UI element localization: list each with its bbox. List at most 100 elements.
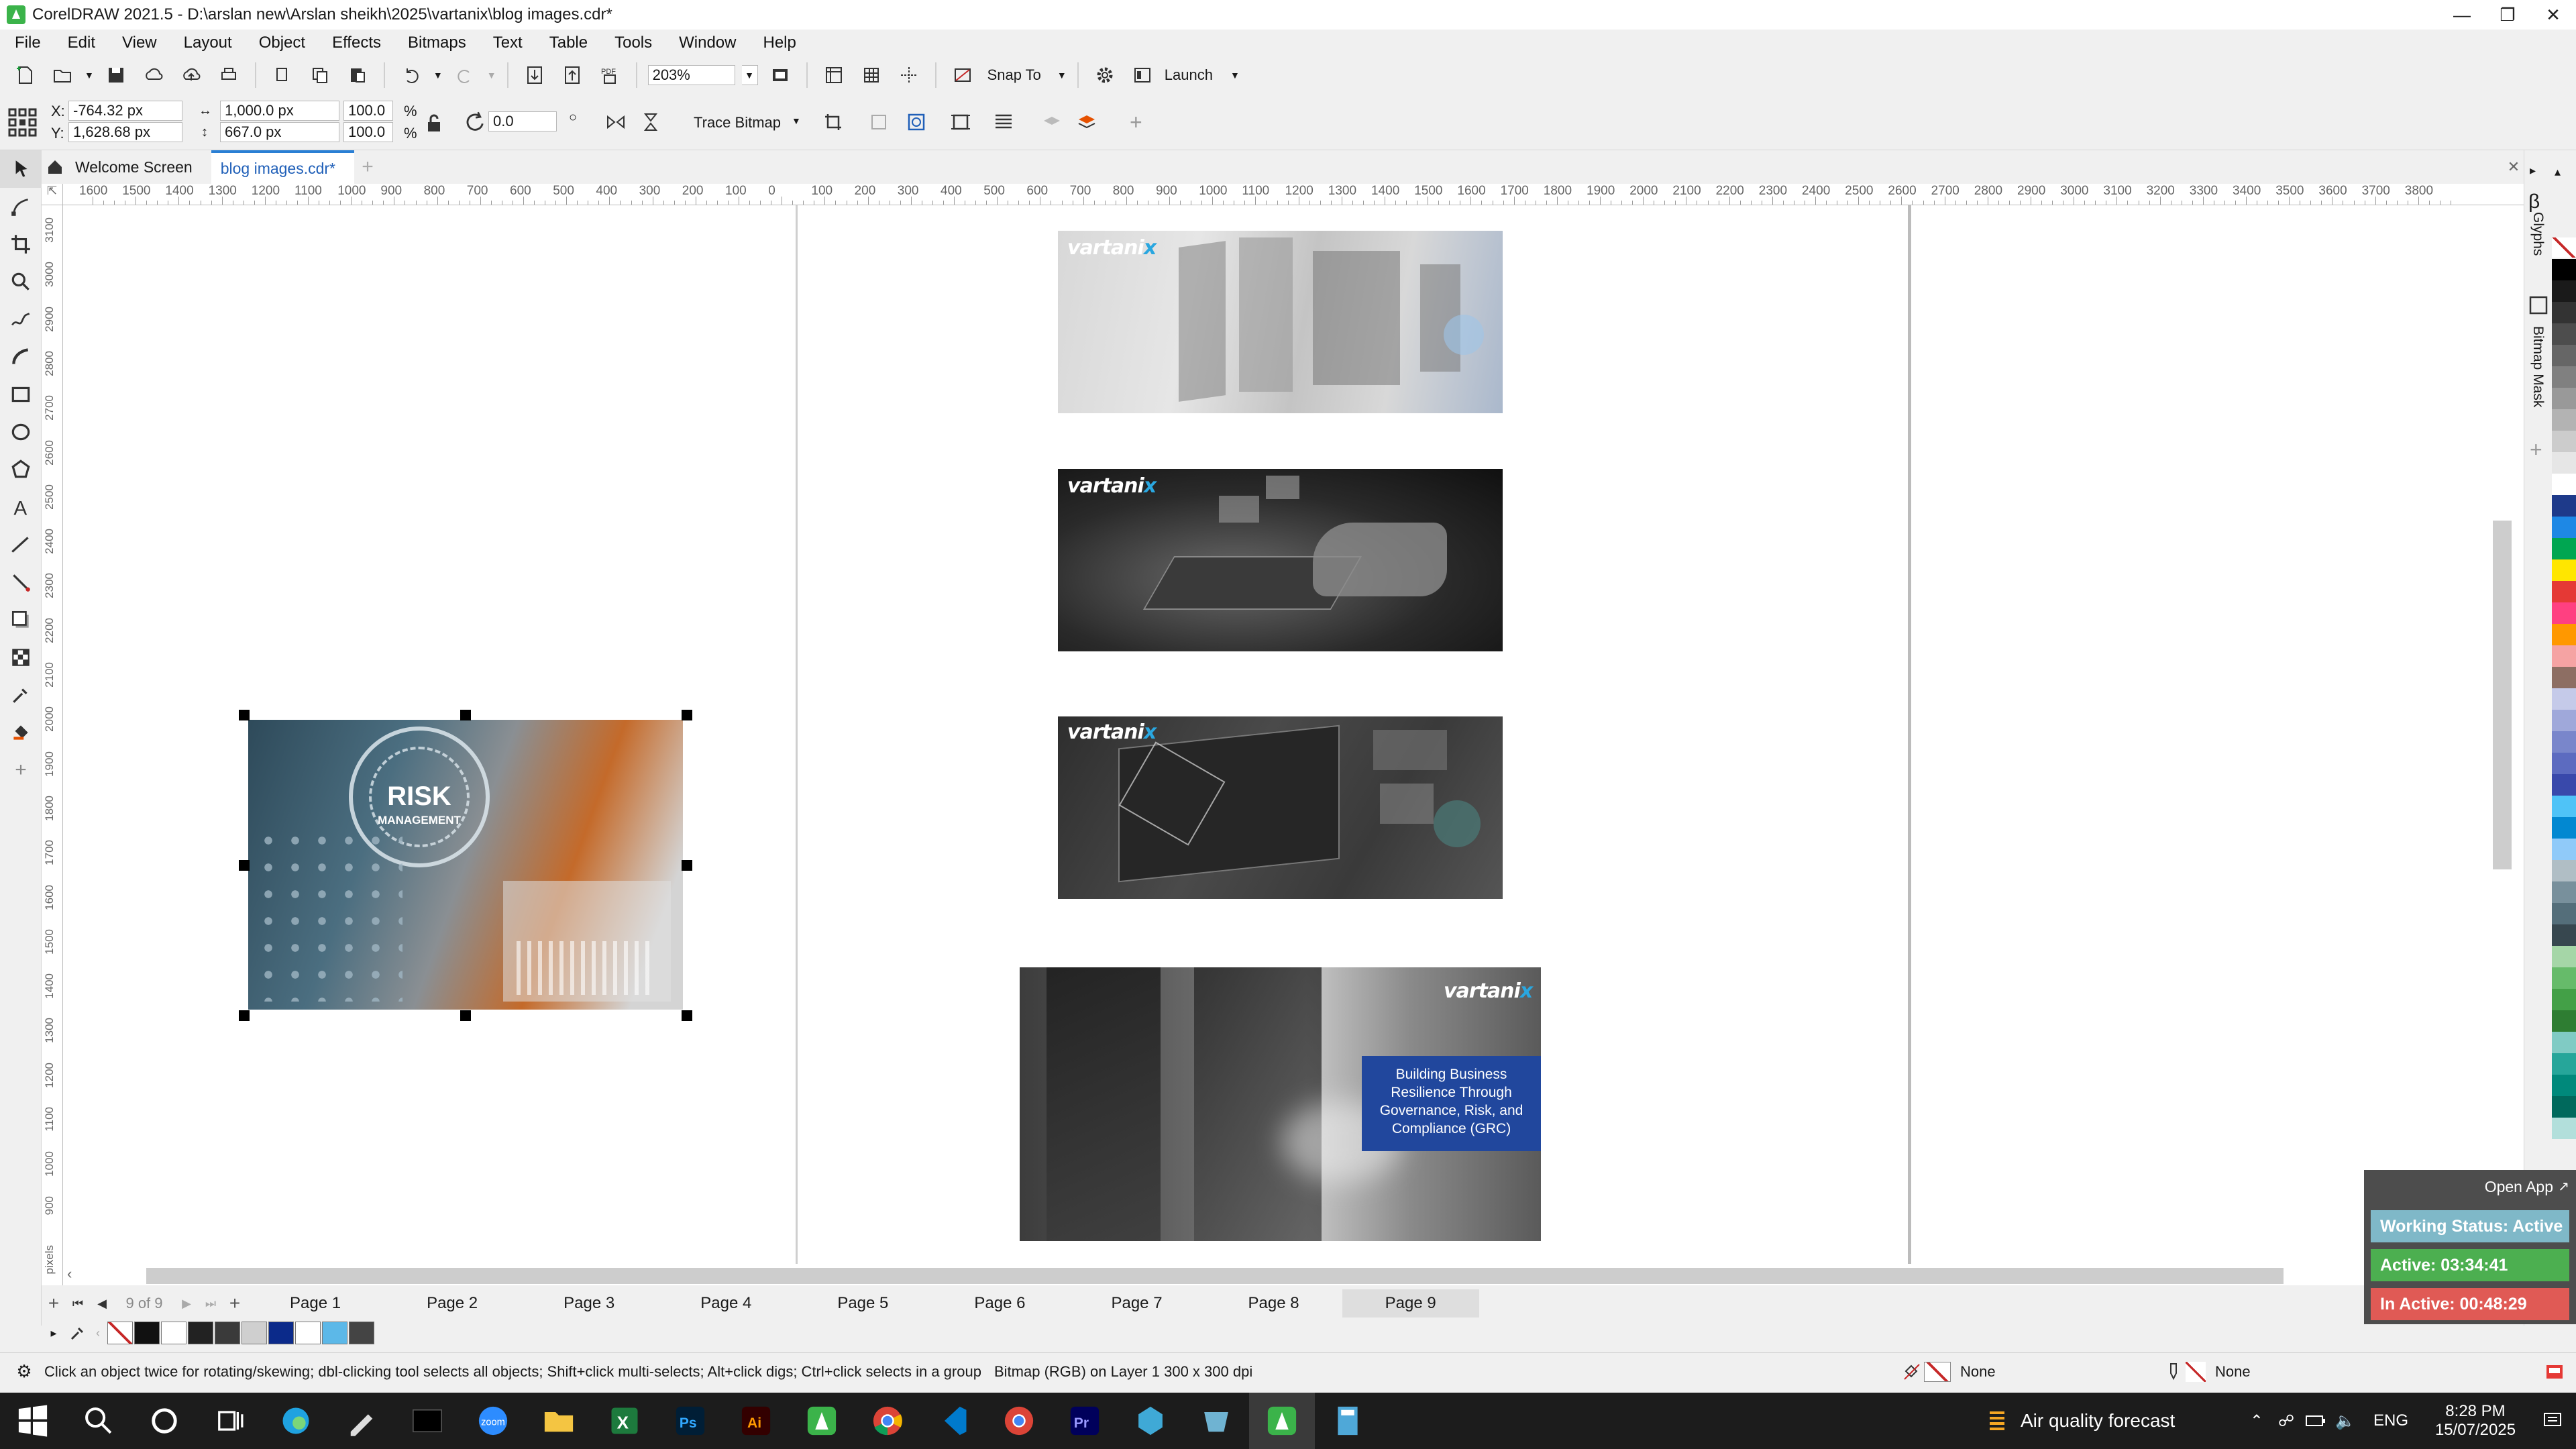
palette-color-swatch[interactable] [2552,559,2576,581]
selection-handle[interactable] [460,1010,471,1021]
menu-help[interactable]: Help [749,30,809,56]
lock-ratio-icon[interactable] [424,110,444,137]
palette-color-swatch[interactable] [2552,602,2576,624]
tab-blog-images[interactable]: blog images.cdr* [211,150,355,184]
palette-color-swatch[interactable] [2552,817,2576,839]
file-explorer-icon[interactable] [526,1393,592,1449]
weather-icon[interactable] [1980,1409,2014,1433]
selection-handle[interactable] [239,1010,250,1021]
crop-bitmap-icon[interactable] [820,109,847,136]
menu-tools[interactable]: Tools [601,30,665,56]
palette-color-swatch[interactable] [2552,409,2576,431]
page-tab-active[interactable]: Page 9 [1342,1289,1479,1318]
palette-color-swatch[interactable] [2552,259,2576,280]
mirror-horizontal-icon[interactable] [602,109,629,136]
export-icon[interactable] [557,60,588,91]
selection-handle[interactable] [239,860,250,871]
palette-color-swatch[interactable] [2552,323,2576,345]
full-screen-icon[interactable] [765,60,796,91]
color-swatch-charcoal[interactable] [349,1322,374,1344]
menu-view[interactable]: View [109,30,170,56]
menu-effects[interactable]: Effects [319,30,394,56]
palette-color-swatch[interactable] [2552,345,2576,366]
ruler-corner[interactable]: ⇱ [42,184,63,205]
rectangle-tool-icon[interactable] [0,376,42,413]
chevron-down-icon[interactable]: ▼ [85,70,94,80]
palette-expand-icon[interactable]: ▸ [42,1326,66,1340]
chrome-icon[interactable] [855,1393,920,1449]
coreldraw-active-icon[interactable] [1249,1393,1315,1449]
palette-color-swatch[interactable] [2552,881,2576,903]
zoom-level-field[interactable]: 203% [647,65,735,85]
color-swatch-dark-gray[interactable] [188,1322,213,1344]
rotation-field[interactable]: 0.0 [488,111,557,131]
previous-page-icon[interactable]: ◀ [90,1297,114,1311]
menu-text[interactable]: Text [480,30,536,56]
illustrator-icon[interactable]: Ai [723,1393,789,1449]
palette-color-swatch[interactable] [2552,581,2576,602]
artistic-media-tool-icon[interactable] [0,338,42,376]
pick-tool-icon[interactable] [0,150,42,188]
page-tab[interactable]: Page 5 [794,1289,931,1318]
eyedropper-icon[interactable] [66,1324,90,1342]
crop-tool-icon[interactable] [0,225,42,263]
palette-color-swatch[interactable] [2552,860,2576,881]
language-indicator[interactable]: ENG [2373,1411,2408,1430]
page-tab[interactable]: Page 4 [657,1289,794,1318]
transparency-tool-icon[interactable] [0,639,42,676]
color-swatch-black[interactable] [134,1322,160,1344]
palette-color-swatch[interactable] [2552,431,2576,452]
next-page-icon[interactable]: ▶ [174,1297,199,1311]
palette-color-swatch[interactable] [2552,302,2576,323]
color-swatch-navy[interactable] [268,1322,294,1344]
excel-icon[interactable]: X [592,1393,657,1449]
palette-color-swatch[interactable] [2552,388,2576,409]
no-color-palette-swatch[interactable] [2552,237,2576,258]
selection-handle[interactable] [682,1010,692,1021]
resample-icon[interactable] [865,109,892,136]
vertical-ruler[interactable]: 3100 3000 2900 2800 2700 2600 2500 2400 2300 2200… [42,205,63,1285]
vartanix-tablet-image[interactable]: vartanix [1058,469,1503,651]
guidelines-icon[interactable] [894,60,924,91]
drop-shadow-tool-icon[interactable] [0,601,42,639]
copy-icon[interactable] [305,60,335,91]
width-field[interactable]: 1,000.0 px [220,101,339,121]
restore-icon[interactable]: ❐ [2485,0,2530,30]
glyphs-icon[interactable]: β [2528,191,2540,213]
battery-icon[interactable] [2301,1414,2330,1428]
settings-gear-icon[interactable]: ⚙ [11,1361,38,1382]
bitmap-mask-docker-icon[interactable] [2528,295,2548,315]
chrome-profile-icon[interactable] [986,1393,1052,1449]
zoom-icon[interactable]: zoom [460,1393,526,1449]
rulers-icon[interactable] [818,60,849,91]
page-tab[interactable]: Page 8 [1205,1289,1342,1318]
coreldraw-icon[interactable] [789,1393,855,1449]
paste-icon[interactable] [342,60,373,91]
docker-tab-glyphs[interactable]: Glyphs [2530,212,2546,256]
shape-tool-icon[interactable] [0,188,42,225]
close-icon[interactable]: ✕ [2530,0,2576,30]
selection-handle[interactable] [682,860,692,871]
selection-handle[interactable] [239,710,250,720]
vartanix-laptop-image[interactable]: vartanix [1058,716,1503,899]
palette-color-swatch[interactable] [2552,645,2576,667]
docker-expand-icon[interactable]: ▸ [2530,164,2536,178]
height-field[interactable]: 667.0 px [220,122,339,142]
menu-object[interactable]: Object [246,30,319,56]
vertical-scrollbar[interactable] [2493,521,2512,869]
risk-management-image[interactable]: RISK MANAGEMENT [248,720,683,1010]
cortana-icon[interactable] [131,1393,197,1449]
add-icon[interactable]: + [1130,110,1142,135]
eyedropper-tool-icon[interactable] [0,676,42,714]
first-page-icon[interactable]: ⏮ [66,1297,90,1311]
cloud-upload-icon[interactable] [176,60,207,91]
close-tab-icon[interactable]: ✕ [2504,158,2524,176]
no-color-swatch[interactable] [107,1322,133,1344]
clock[interactable]: 8:28 PM 15/07/2025 [2422,1402,2529,1440]
menu-layout[interactable]: Layout [170,30,246,56]
trace-bitmap-dropdown-icon[interactable]: ▼ [792,115,801,126]
pdf-icon[interactable]: PDF [594,60,625,91]
palette-scroll-left-icon[interactable]: ‹ [90,1326,106,1340]
add-page-icon[interactable]: + [42,1293,66,1314]
wrap-text-icon[interactable] [990,109,1017,136]
